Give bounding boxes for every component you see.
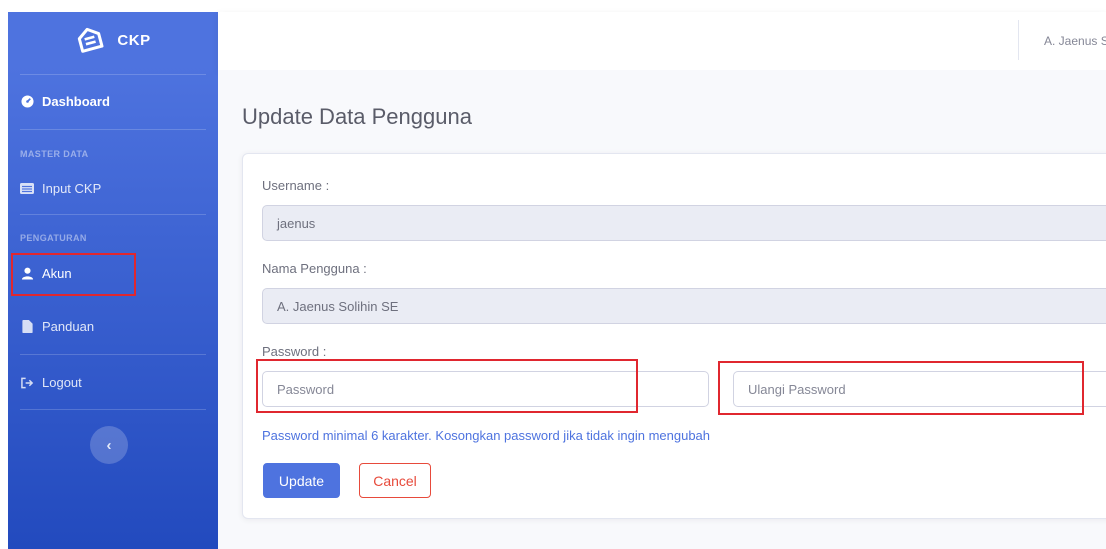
sidebar-divider	[20, 74, 206, 75]
sidebar-item-logout[interactable]: Logout	[16, 375, 86, 390]
sidebar-item-dashboard[interactable]: Dashboard	[16, 94, 114, 109]
update-button[interactable]: Update	[263, 463, 340, 498]
highlight-box-repeat-password	[718, 361, 1084, 415]
topbar-divider	[1018, 20, 1019, 60]
password-label: Password :	[262, 344, 327, 359]
page-title: Update Data Pengguna	[242, 104, 472, 129]
sidebar-divider	[20, 214, 206, 215]
sidebar-heading-settings: PENGATURAN	[20, 233, 87, 243]
brand-name: CKP	[117, 31, 151, 49]
sidebar-item-label: Dashboard	[42, 94, 110, 109]
sidebar-divider	[20, 129, 206, 130]
sidebar-item-panduan[interactable]: Panduan	[16, 319, 98, 334]
sidebar-divider	[20, 354, 206, 355]
username-field: jaenus	[262, 205, 1106, 241]
sidebar: CKP Dashboard MASTER DATA Input CKP PENG…	[8, 12, 218, 549]
user-menu-name[interactable]: A. Jaenus Solihin SE	[1044, 34, 1106, 48]
tachometer-icon	[20, 95, 34, 109]
file-icon	[20, 320, 34, 334]
form-card: Username : jaenus Nama Pengguna : A. Jae…	[242, 153, 1106, 519]
username-label: Username :	[262, 178, 330, 193]
nama-pengguna-value: A. Jaenus Solihin SE	[277, 298, 399, 314]
envelope-open-icon	[75, 25, 105, 55]
sign-out-icon	[20, 376, 34, 390]
sidebar-item-label: Logout	[42, 375, 82, 390]
password-hint: Password minimal 6 karakter. Kosongkan p…	[262, 428, 711, 443]
sidebar-divider	[20, 409, 206, 410]
main-content: Update Data Pengguna Username : jaenus N…	[218, 70, 1106, 549]
sidebar-heading-master: MASTER DATA	[20, 149, 89, 159]
chevron-left-icon: ‹	[106, 436, 112, 454]
sidebar-item-label: Input CKP	[42, 181, 102, 196]
sidebar-item-label: Panduan	[42, 319, 95, 334]
highlight-box-akun	[11, 253, 136, 296]
sidebar-item-input-ckp[interactable]: Input CKP	[16, 181, 105, 196]
sidebar-brand[interactable]: CKP	[8, 12, 218, 68]
highlight-box-password	[256, 359, 638, 413]
list-icon	[20, 182, 34, 196]
nama-pengguna-field: A. Jaenus Solihin SE	[262, 288, 1106, 324]
cancel-button[interactable]: Cancel	[359, 463, 431, 498]
username-value: jaenus	[277, 215, 316, 231]
nama-pengguna-label: Nama Pengguna :	[262, 261, 367, 276]
sidebar-toggle-button[interactable]: ‹	[90, 426, 128, 464]
topbar: A. Jaenus Solihin SE	[218, 12, 1106, 70]
